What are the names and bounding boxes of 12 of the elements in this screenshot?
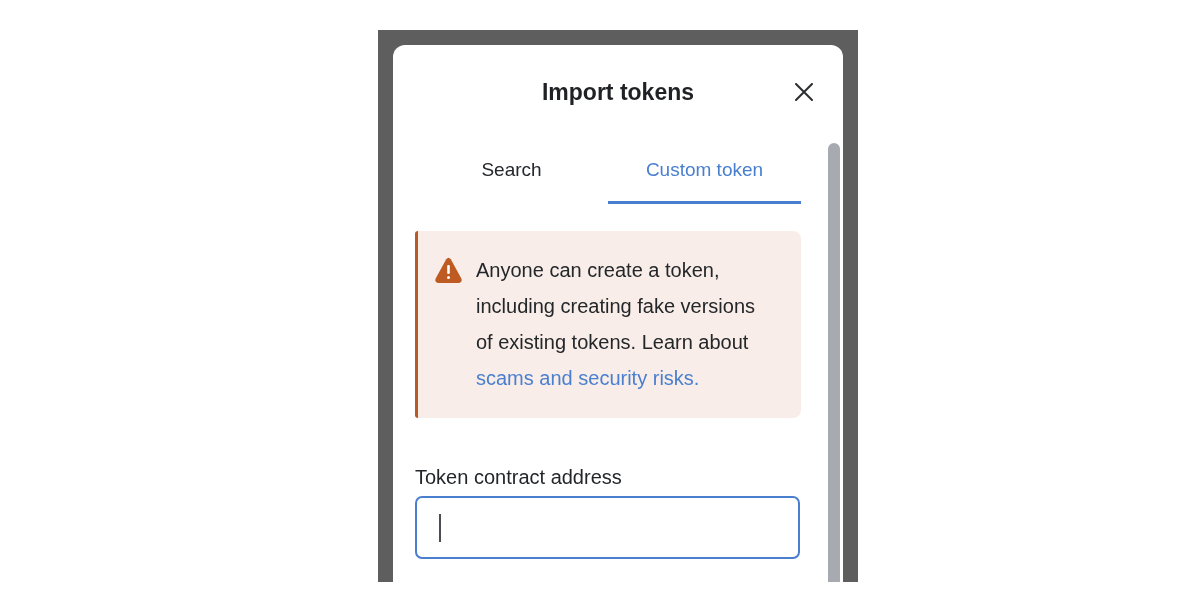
scam-risks-link[interactable]: scams and security risks. [476, 367, 700, 389]
warning-icon [435, 257, 462, 283]
field-label: Token contract address [415, 465, 622, 489]
scrollbar-thumb[interactable] [828, 143, 840, 582]
tab[interactable]: Custom token [608, 150, 801, 204]
text-cursor-icon [439, 513, 441, 542]
close-button[interactable] [793, 81, 815, 103]
input-field[interactable] [415, 496, 800, 559]
close-icon [795, 83, 813, 101]
warning-message: Anyone can create a token, including creating fake versions of existing tokens. Learn about scams and security risks. [476, 258, 757, 391]
tab[interactable]: Search [415, 150, 608, 204]
dialog-title: Import tokens [541, 78, 695, 106]
